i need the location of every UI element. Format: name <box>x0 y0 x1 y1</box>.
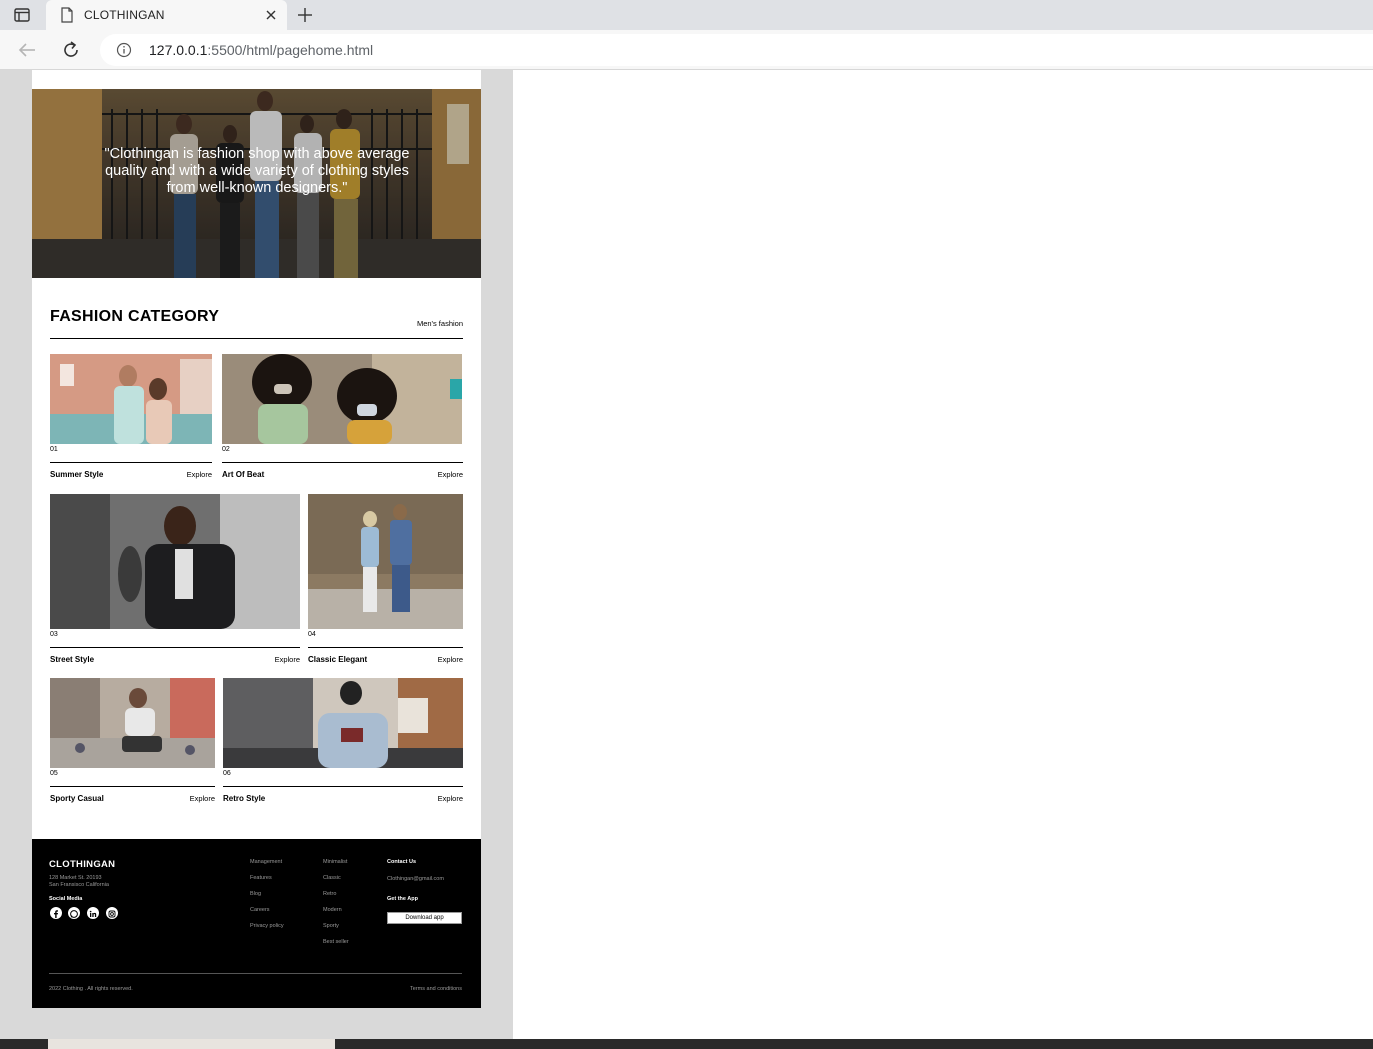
terms-link[interactable]: Terms and conditions <box>410 986 462 992</box>
explore-link[interactable]: Explore <box>187 470 212 479</box>
category-card-art-of-beat[interactable]: 02 Art Of Beat Explore <box>222 354 463 479</box>
category-number: 03 <box>50 631 58 638</box>
facebook-icon[interactable] <box>50 907 62 919</box>
divider <box>50 647 300 648</box>
footer-brand: CLOTHINGAN <box>49 859 116 870</box>
page-content: "Clothingan is fashion shop with above a… <box>32 70 481 1008</box>
category-card-retro-style[interactable]: 06 Retro Style Explore <box>223 678 463 803</box>
category-name: Retro Style <box>223 794 266 803</box>
category-image <box>223 678 463 768</box>
footer-link-modern[interactable]: Modern <box>323 907 349 923</box>
divider <box>308 647 463 648</box>
close-tab-icon[interactable] <box>264 8 278 22</box>
category-image <box>222 354 462 444</box>
explore-link[interactable]: Explore <box>190 794 215 803</box>
category-number: 04 <box>308 631 316 638</box>
footer: CLOTHINGAN 128 Market St. 20193 San Fran… <box>32 839 481 1008</box>
category-number: 06 <box>223 770 231 777</box>
back-arrow-icon[interactable] <box>16 39 38 61</box>
category-image <box>50 678 215 768</box>
download-app-button[interactable]: Download app <box>387 912 462 924</box>
explore-link[interactable]: Explore <box>438 470 463 479</box>
tab-actions-icon[interactable] <box>12 6 32 24</box>
contact-title: Contact Us <box>387 859 417 865</box>
contact-email[interactable]: Clothingan@gmail.com <box>387 876 444 882</box>
category-card-street-style[interactable]: 03 Street Style Explore <box>50 494 300 664</box>
footer-link-minimalist[interactable]: Minimalist <box>323 859 349 875</box>
divider <box>50 786 215 787</box>
explore-link[interactable]: Explore <box>438 794 463 803</box>
url-host: 127.0.0.1 <box>149 42 208 58</box>
category-image <box>50 494 300 629</box>
footer-link-management[interactable]: Management <box>250 859 284 875</box>
category-card-sporty-casual[interactable]: 05 Sporty Casual Explore <box>50 678 215 803</box>
tab-title: CLOTHINGAN <box>84 8 165 22</box>
hero-banner: "Clothingan is fashion shop with above a… <box>32 89 481 278</box>
app-title: Get the App <box>387 896 418 902</box>
footer-address-line2: San Fransisco California <box>49 882 109 888</box>
footer-link-sporty[interactable]: Sporty <box>323 923 349 939</box>
page-background: "Clothingan is fashion shop with above a… <box>0 70 513 1039</box>
whatsapp-icon[interactable] <box>68 907 80 919</box>
divider <box>50 338 463 339</box>
category-number: 05 <box>50 770 58 777</box>
reload-icon[interactable] <box>60 39 82 61</box>
category-name: Art Of Beat <box>222 470 265 479</box>
mens-fashion-link[interactable]: Men's fashion <box>417 319 463 328</box>
divider <box>50 462 212 463</box>
site-info-icon[interactable] <box>116 42 132 58</box>
category-number: 02 <box>222 446 230 453</box>
section-title: FASHION CATEGORY <box>50 308 220 325</box>
explore-link[interactable]: Explore <box>275 655 300 664</box>
category-name: Street Style <box>50 655 95 664</box>
browser-tab-active[interactable]: CLOTHINGAN <box>46 0 287 30</box>
footer-link-features[interactable]: Features <box>250 875 284 891</box>
page-viewport: "Clothingan is fashion shop with above a… <box>0 70 1373 1039</box>
divider <box>223 786 463 787</box>
category-number: 01 <box>50 446 58 453</box>
category-name: Classic Elegant <box>308 655 368 664</box>
footer-links-styles: Minimalist Classic Retro Modern Sporty B… <box>323 859 349 955</box>
copyright: 2022 Clothing . All rights reserved. <box>49 986 133 992</box>
footer-link-best-seller[interactable]: Best seller <box>323 939 349 955</box>
category-image <box>50 354 212 444</box>
category-name: Sporty Casual <box>50 794 104 803</box>
address-bar[interactable]: 127.0.0.1:5500/html/pagehome.html <box>100 34 1373 66</box>
url-text: 127.0.0.1:5500/html/pagehome.html <box>149 42 373 58</box>
footer-link-retro[interactable]: Retro <box>323 891 349 907</box>
new-tab-plus-icon[interactable] <box>295 6 315 24</box>
footer-link-classic[interactable]: Classic <box>323 875 349 891</box>
category-card-summer-style[interactable]: 01 Summer Style Explore <box>50 354 212 479</box>
divider <box>222 462 463 463</box>
url-path: :5500/html/pagehome.html <box>207 42 374 58</box>
social-media-title: Social Media <box>49 896 83 902</box>
footer-link-careers[interactable]: Careers <box>250 907 284 923</box>
category-name: Summer Style <box>50 470 104 479</box>
hero-quote: "Clothingan is fashion shop with above a… <box>104 146 410 196</box>
instagram-icon[interactable] <box>106 907 118 919</box>
browser-toolbar: 127.0.0.1:5500/html/pagehome.html <box>0 30 1373 70</box>
browser-tab-bar: CLOTHINGAN <box>0 0 1373 30</box>
footer-divider <box>49 973 462 974</box>
explore-link[interactable]: Explore <box>438 655 463 664</box>
linkedin-icon[interactable] <box>87 907 99 919</box>
footer-address-line1: 128 Market St. 20193 <box>49 875 102 881</box>
footer-links-company: Management Features Blog Careers Privacy… <box>250 859 284 939</box>
footer-link-privacy-policy[interactable]: Privacy policy <box>250 923 284 939</box>
category-image <box>308 494 463 629</box>
footer-link-blog[interactable]: Blog <box>250 891 284 907</box>
category-card-classic-elegant[interactable]: 04 Classic Elegant Explore <box>308 494 463 664</box>
taskbar-thumbnail <box>48 1039 335 1049</box>
document-icon <box>61 7 73 23</box>
os-taskbar <box>0 1039 1373 1049</box>
